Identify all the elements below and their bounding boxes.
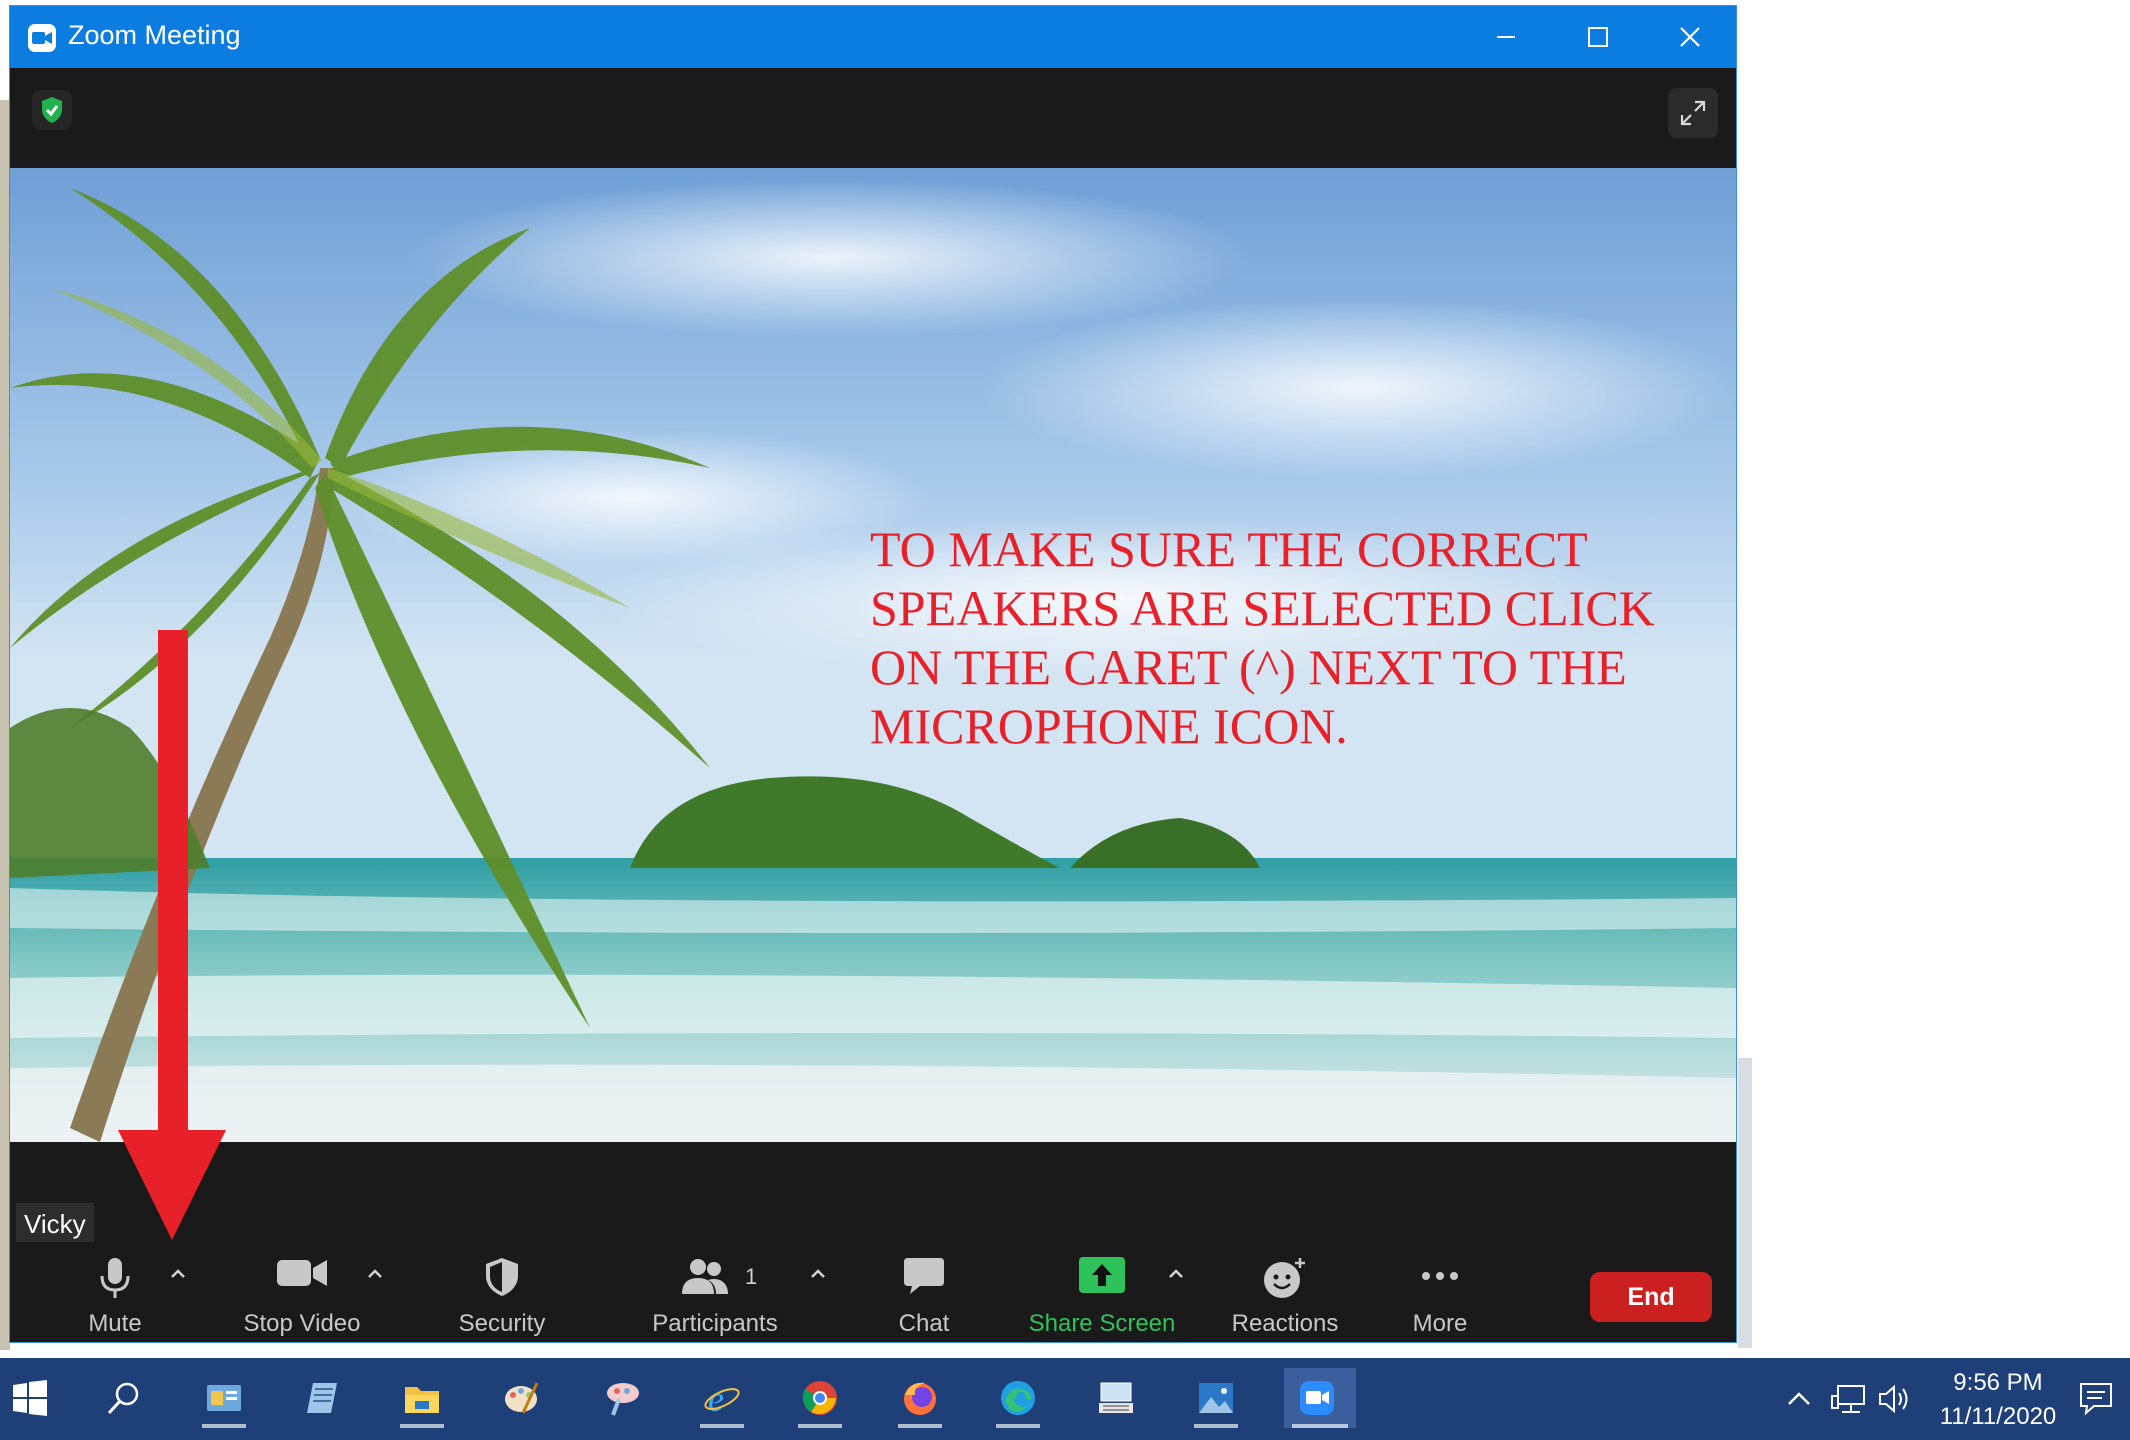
action-center-notification-icon[interactable]	[2078, 1380, 2114, 1416]
internet-explorer-icon: e	[704, 1379, 740, 1417]
taskbar-app-paint[interactable]	[492, 1368, 552, 1428]
share-screen-label: Share Screen	[1028, 1310, 1176, 1337]
security-label: Security	[458, 1310, 546, 1337]
video-camera-icon	[277, 1260, 327, 1286]
taskbar-app-chrome[interactable]	[790, 1368, 850, 1428]
participant-name-tag: Vicky	[16, 1203, 94, 1245]
running-indicator	[202, 1424, 246, 1428]
taskbar-search-button[interactable]	[94, 1368, 154, 1428]
running-indicator	[700, 1424, 744, 1428]
taskbar-app-notepad[interactable]	[292, 1368, 352, 1428]
keyboard-icon	[1099, 1382, 1133, 1413]
stop-video-button[interactable]: Stop Video	[232, 1242, 372, 1342]
file-explorer-folder-icon	[405, 1387, 439, 1413]
chrome-icon	[802, 1381, 837, 1415]
windows-logo-icon	[13, 1380, 47, 1416]
running-indicator	[1292, 1424, 1348, 1428]
video-feed: TO MAKE SURE THE CORRECT SPEAKERS ARE SE…	[10, 168, 1736, 1142]
participants-icon	[682, 1259, 728, 1294]
shield-check-icon	[42, 97, 62, 123]
paint-3d-icon	[607, 1383, 639, 1416]
clock-date: 11/11/2020	[1939, 1403, 2057, 1430]
start-button[interactable]	[0, 1368, 60, 1428]
taskbar-app-paint-3d[interactable]	[592, 1368, 652, 1428]
participants-label: Participants	[652, 1310, 778, 1337]
clock-time: 9:56 PM	[1953, 1369, 2043, 1396]
security-button[interactable]: Security	[442, 1242, 562, 1342]
running-indicator	[1194, 1424, 1238, 1428]
zoom-app-icon	[28, 24, 56, 52]
photos-icon	[1199, 1383, 1233, 1413]
taskbar-app-control-panel[interactable]	[194, 1368, 254, 1428]
taskbar-app-file-explorer[interactable]	[392, 1368, 452, 1428]
running-indicator	[798, 1424, 842, 1428]
close-button[interactable]	[1644, 6, 1736, 68]
taskbar-app-on-screen-keyboard[interactable]	[1086, 1368, 1146, 1428]
more-label: More	[1412, 1310, 1468, 1337]
control-panel-icon	[207, 1385, 241, 1411]
share-screen-button[interactable]: Share Screen	[1022, 1242, 1182, 1342]
microphone-icon	[100, 1258, 130, 1298]
windows-taskbar: e 9:56 PM 11/11/2020	[0, 1358, 2130, 1440]
participant-count: 1	[745, 1264, 758, 1289]
chat-bubble-icon	[904, 1258, 944, 1294]
running-indicator	[400, 1424, 444, 1428]
reactions-button[interactable]: Reactions	[1220, 1242, 1350, 1342]
zoom-meeting-window: Zoom Meeting TO MAKE SURE THE CORRECT SP…	[10, 6, 1736, 1342]
window-title: Zoom Meeting	[68, 20, 241, 50]
instruction-overlay-text: TO MAKE SURE THE CORRECT SPEAKERS ARE SE…	[870, 521, 1655, 754]
more-dots-icon	[1422, 1272, 1458, 1280]
minimize-icon	[1497, 36, 1515, 38]
background-window-edge	[0, 100, 10, 1350]
reactions-smiley-icon	[1264, 1258, 1305, 1298]
end-meeting-button[interactable]: End	[1590, 1272, 1712, 1322]
notepad-icon	[307, 1383, 337, 1413]
search-icon	[107, 1382, 139, 1415]
video-bottom-band	[10, 1142, 1736, 1204]
minimize-button[interactable]	[1460, 6, 1552, 68]
paint-palette-icon	[505, 1382, 539, 1414]
audio-options-caret-icon[interactable]	[166, 1262, 190, 1286]
chat-button[interactable]: Chat	[874, 1242, 974, 1342]
expand-icon	[1680, 100, 1706, 126]
taskbar-clock[interactable]: 9:56 PM 11/11/2020	[1918, 1366, 2078, 1434]
video-options-caret-icon[interactable]	[363, 1262, 387, 1286]
encryption-shield-button[interactable]	[32, 90, 72, 130]
close-icon	[1680, 27, 1700, 47]
stop-video-label: Stop Video	[243, 1310, 361, 1337]
show-hidden-icons-chevron-icon[interactable]	[1784, 1384, 1814, 1414]
mute-button[interactable]: Mute	[50, 1242, 180, 1342]
taskbar-app-edge[interactable]	[988, 1368, 1048, 1428]
fullscreen-button[interactable]	[1668, 88, 1718, 138]
participants-options-caret-icon[interactable]	[806, 1262, 830, 1286]
reactions-label: Reactions	[1231, 1310, 1339, 1337]
red-annotation-arrow-icon	[118, 630, 226, 1240]
running-indicator	[996, 1424, 1040, 1428]
maximize-icon	[1588, 27, 1608, 47]
volume-icon[interactable]	[1876, 1382, 1912, 1416]
network-icon[interactable]	[1830, 1382, 1866, 1416]
taskbar-app-photos[interactable]	[1186, 1368, 1246, 1428]
participants-button[interactable]: 1 Participants	[640, 1242, 790, 1342]
taskbar-app-zoom[interactable]	[1284, 1368, 1356, 1428]
running-indicator	[898, 1424, 942, 1428]
background-window-shadow	[1738, 1058, 1752, 1348]
firefox-icon	[904, 1382, 936, 1415]
security-shield-icon	[486, 1258, 518, 1296]
maximize-button[interactable]	[1552, 6, 1644, 68]
taskbar-app-firefox[interactable]	[890, 1368, 950, 1428]
meeting-top-bar	[10, 68, 1736, 168]
mute-label: Mute	[88, 1310, 142, 1337]
zoom-taskbar-icon	[1300, 1381, 1334, 1415]
more-button[interactable]: More	[1390, 1242, 1490, 1342]
meeting-controls-toolbar: Mute Stop Video Security 1 Participants …	[10, 1242, 1736, 1342]
share-screen-arrow-icon	[1079, 1257, 1125, 1293]
share-options-caret-icon[interactable]	[1164, 1262, 1188, 1286]
title-bar[interactable]: Zoom Meeting	[10, 6, 1736, 68]
chat-label: Chat	[898, 1310, 950, 1337]
edge-icon	[1001, 1381, 1035, 1415]
taskbar-app-internet-explorer[interactable]: e	[692, 1368, 752, 1428]
